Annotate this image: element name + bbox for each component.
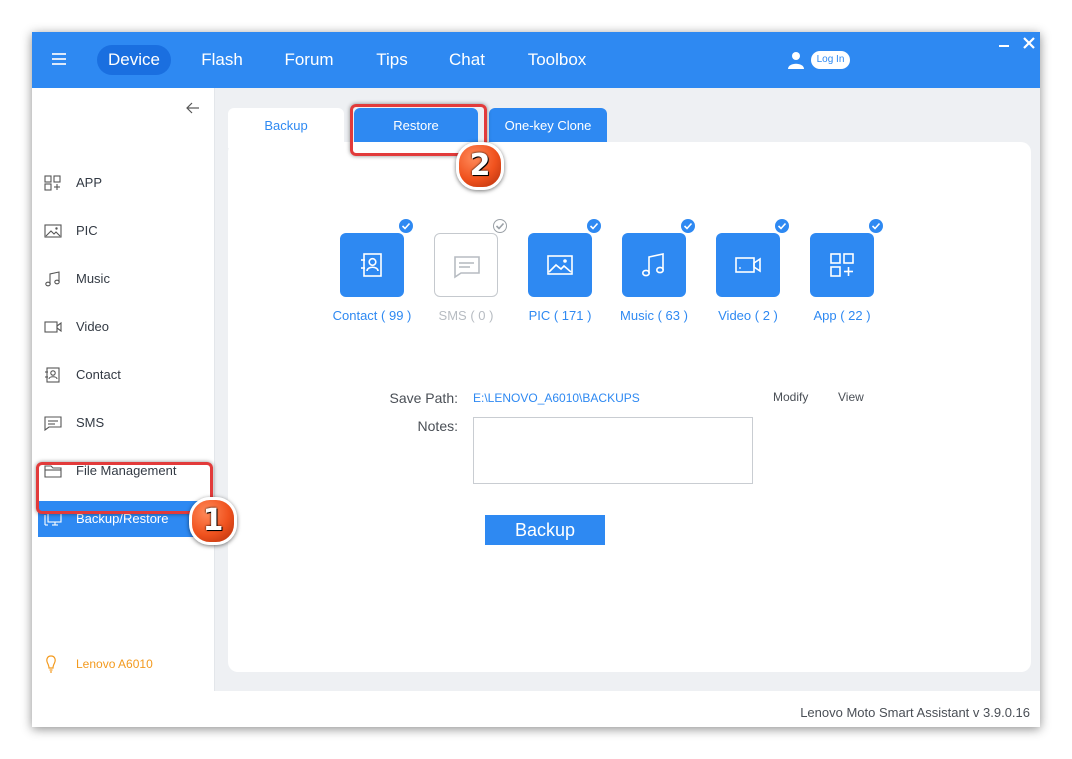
sidebar-item-label: Contact [76,367,121,382]
check-icon[interactable] [775,219,789,233]
login-button[interactable]: Log In [811,51,850,69]
check-icon[interactable] [681,219,695,233]
category-music-button[interactable] [622,233,686,297]
category-label: PIC ( 171 ) [528,308,592,323]
sidebar-item-app[interactable]: APP [38,165,210,201]
category-label: Music ( 63 ) [620,308,688,323]
collapse-arrow-icon[interactable] [186,102,200,114]
category-label: App ( 22 ) [813,308,871,323]
contact-card-icon [361,253,382,277]
check-icon[interactable] [493,219,507,233]
highlight-frame-backup-restore [36,462,213,514]
category-music: Music ( 63 ) [604,219,704,333]
category-sms-button[interactable] [434,233,498,297]
music-note-icon [641,253,664,277]
app-grid-icon [44,175,61,191]
user-icon[interactable] [788,51,804,69]
category-pic: PIC ( 171 ) [510,219,610,333]
video-camera-icon [735,257,761,273]
sidebar-item-label: PIC [76,223,98,238]
picture-icon [547,255,573,275]
sidebar: APP PIC Music Video Contact SMS File Man… [32,88,215,691]
notes-label: Notes: [417,418,458,434]
sidebar-item-video[interactable]: Video [38,309,210,345]
sidebar-item-label: APP [76,175,103,190]
version-label: Lenovo Moto Smart Assistant v 3.9.0.16 [800,705,1030,720]
category-video: Video ( 2 ) [698,219,798,333]
category-contact: Contact ( 99 ) [322,219,422,333]
app-window: Device Flash Forum Tips Chat Toolbox Log… [32,32,1040,727]
tab-one-key-clone[interactable]: One-key Clone [489,108,607,144]
sidebar-item-pic[interactable]: PIC [38,213,210,249]
video-camera-icon [44,321,62,333]
check-icon[interactable] [587,219,601,233]
backup-panel [228,142,1031,672]
sidebar-item-contact[interactable]: Contact [38,357,210,393]
sidebar-item-music[interactable]: Music [38,261,210,297]
category-pic-button[interactable] [528,233,592,297]
category-label: Contact ( 99 ) [332,308,412,323]
view-link[interactable]: View [838,390,864,404]
step-badge-1: 1 [189,497,237,545]
modify-link[interactable]: Modify [773,390,808,404]
device-name: Lenovo A6010 [76,657,153,671]
contact-card-icon [45,367,60,383]
check-icon[interactable] [399,219,413,233]
lightbulb-icon [46,655,56,673]
category-contact-button[interactable] [340,233,404,297]
top-nav-bar: Device Flash Forum Tips Chat Toolbox Log… [32,32,1040,88]
message-icon [454,256,480,279]
app-grid-icon [830,253,854,277]
category-sms: SMS ( 0 ) [416,219,516,333]
check-icon[interactable] [869,219,883,233]
nav-tab-toolbox[interactable]: Toolbox [516,45,598,75]
minimize-icon[interactable] [998,36,1010,48]
message-icon [44,416,62,431]
notes-input[interactable] [473,417,753,484]
category-app-button[interactable] [810,233,874,297]
category-video-button[interactable] [716,233,780,297]
category-app: App ( 22 ) [792,219,892,333]
sidebar-item-label: Video [76,319,110,334]
save-path-value: E:\LENOVO_A6010\BACKUPS [473,391,640,405]
close-icon[interactable] [1022,36,1036,50]
sidebar-item-label: Music [76,271,110,286]
nav-tab-chat[interactable]: Chat [440,45,494,75]
nav-tab-device[interactable]: Device [97,45,171,75]
save-path-label: Save Path: [389,390,459,406]
step-badge-2: 2 [456,142,504,190]
nav-tab-forum[interactable]: Forum [274,45,344,75]
sidebar-item-sms[interactable]: SMS [38,405,210,441]
hamburger-menu-icon[interactable] [52,53,66,65]
nav-tab-tips[interactable]: Tips [366,45,418,75]
picture-icon [44,224,62,238]
category-label: Video ( 2 ) [718,308,778,323]
category-label: SMS ( 0 ) [438,308,494,323]
backup-button[interactable]: Backup [485,515,605,545]
nav-tab-flash[interactable]: Flash [192,45,252,75]
sidebar-item-label: SMS [76,415,105,430]
music-note-icon [45,271,60,287]
